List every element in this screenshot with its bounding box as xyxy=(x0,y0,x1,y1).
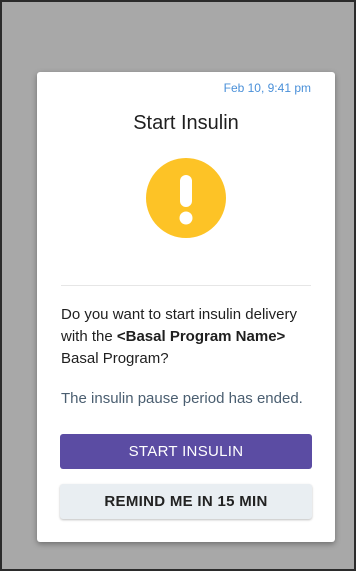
exclamation-circle-icon xyxy=(146,158,226,238)
start-insulin-button[interactable]: START INSULIN xyxy=(60,434,312,469)
timestamp: Feb 10, 9:41 pm xyxy=(223,81,311,95)
dialog-title: Start Insulin xyxy=(133,112,239,134)
basal-program-name: <Basal Program Name> xyxy=(116,328,286,345)
pause-ended-message: The insulin pause period has ended. xyxy=(61,390,303,407)
exclamation-mark-icon xyxy=(179,175,193,225)
screen-backdrop: Feb 10, 9:41 pm Start Insulin Do you wan… xyxy=(0,0,356,571)
remind-me-button[interactable]: REMIND ME IN 15 MIN xyxy=(60,484,312,519)
divider xyxy=(61,285,311,286)
confirmation-question: Do you want to start insulin delivery wi… xyxy=(61,304,315,370)
question-suffix: Basal Program? xyxy=(61,350,169,367)
start-insulin-dialog: Feb 10, 9:41 pm Start Insulin Do you wan… xyxy=(37,72,335,542)
